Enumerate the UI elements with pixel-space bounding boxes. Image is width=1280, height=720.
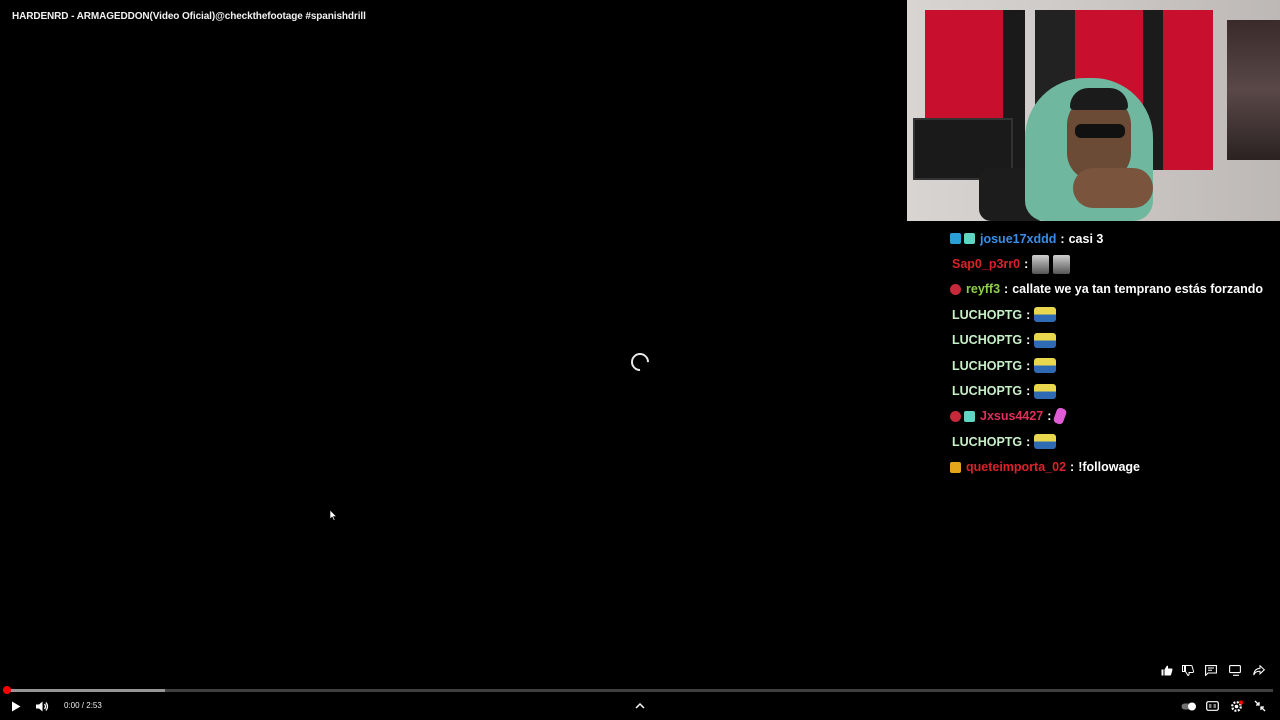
expand-button[interactable]: [633, 699, 647, 711]
chat-separator: :: [1026, 307, 1031, 322]
chat-username[interactable]: Jxsus4427: [980, 409, 1043, 423]
chat-username[interactable]: LUCHOPTG: [952, 333, 1022, 347]
chat-username[interactable]: LUCHOPTG: [952, 435, 1022, 449]
captions-icon: [1205, 701, 1219, 711]
chat-emote-icon: [1034, 332, 1057, 348]
chat-emote-icon: [1053, 407, 1068, 426]
chat-message-text: callate we ya tan temprano estás forzand…: [1012, 282, 1263, 297]
comment-icon: [1205, 664, 1217, 676]
chat-separator: :: [1026, 358, 1031, 373]
autoplay-toggle[interactable]: [1180, 700, 1198, 712]
loading-spinner: [627, 349, 653, 375]
chat-separator: :: [1004, 282, 1009, 297]
chat-message: LUCHOPTG:: [950, 302, 1280, 327]
exit-fullscreen-button[interactable]: [1252, 699, 1268, 713]
chat-emote-icon: [1053, 254, 1071, 274]
chat-username[interactable]: josue17xddd: [980, 232, 1056, 246]
chat-separator: :: [1026, 333, 1031, 348]
time-display: 0:00 / 2:53: [64, 701, 102, 710]
chat-badge-icon: [950, 233, 961, 245]
video-title: HARDENRD - ARMAGEDDON(Video Oficial)@che…: [12, 11, 366, 22]
chat-badge-icon: [950, 410, 961, 422]
captions-button[interactable]: [1204, 699, 1220, 713]
chat-badge-icon: [950, 461, 961, 473]
chat-message: Jxsus4427:: [950, 404, 1280, 429]
chat-badge-icon: [964, 233, 975, 245]
chat-message: LUCHOPTG:: [950, 328, 1280, 353]
chat-username[interactable]: queteimporta_02: [966, 460, 1066, 474]
chat-message: Sap0_p3rr0:: [950, 251, 1280, 276]
chat-username[interactable]: reyff3: [966, 282, 1000, 296]
chat-emote-icon: [1032, 254, 1050, 274]
like-button[interactable]: [1160, 663, 1174, 677]
progress-scrubber[interactable]: [3, 686, 11, 694]
autoplay-toggle-icon: [1181, 702, 1196, 710]
play-icon: [12, 701, 21, 711]
chat-overlay: josue17xddd: casi 3 Sap0_p3rr0: reyff3: call…: [950, 226, 1280, 480]
chat-separator: :: [1026, 434, 1031, 449]
chat-message: reyff3: callate we ya tan temprano estás …: [950, 277, 1280, 302]
chat-emote-icon: [1034, 358, 1057, 374]
chat-message: LUCHOPTG:: [950, 378, 1280, 403]
chat-message: queteimporta_02: !followage: [950, 455, 1280, 480]
chat-message: LUCHOPTG:: [950, 429, 1280, 454]
thumbs-down-icon: [1182, 664, 1194, 676]
chevron-up-icon: [635, 702, 645, 709]
progress-loaded: [7, 689, 166, 692]
progress-bar[interactable]: [7, 689, 1273, 692]
thumbs-up-icon: [1161, 665, 1173, 675]
chat-badge-icon: [950, 283, 961, 295]
mouse-cursor: [329, 508, 338, 526]
chat-separator: :: [1070, 460, 1075, 475]
chat-badge-icon: [964, 410, 975, 422]
chat-emote-icon: [1034, 307, 1057, 323]
chat-username[interactable]: LUCHOPTG: [952, 359, 1022, 373]
chat-emote-icon: [1034, 383, 1057, 399]
dislike-button[interactable]: [1181, 663, 1195, 677]
more-videos-button[interactable]: [1228, 663, 1242, 677]
gear-icon: [1230, 700, 1243, 712]
chat-emote-icon: [1034, 434, 1057, 450]
webcam-overlay: [907, 0, 1280, 221]
chat-message: LUCHOPTG:: [950, 353, 1280, 378]
chat-separator: :: [1060, 231, 1065, 246]
chat-message: josue17xddd: casi 3: [950, 226, 1280, 251]
exit-fullscreen-icon: [1254, 700, 1266, 712]
comments-button[interactable]: [1204, 663, 1218, 677]
chat-separator: :: [1024, 257, 1029, 272]
volume-button[interactable]: [34, 699, 50, 713]
chat-separator: :: [1026, 384, 1031, 399]
play-button[interactable]: [9, 699, 23, 713]
chat-username[interactable]: LUCHOPTG: [952, 308, 1022, 322]
share-button[interactable]: [1252, 663, 1266, 677]
chat-message-text: !followage: [1078, 460, 1141, 475]
chat-username[interactable]: Sap0_p3rr0: [952, 257, 1020, 271]
volume-icon: [35, 701, 48, 711]
share-icon: [1253, 664, 1265, 675]
more-videos-icon: [1229, 664, 1241, 676]
settings-button[interactable]: [1228, 698, 1244, 714]
chat-separator: :: [1047, 409, 1052, 424]
chat-message-text: casi 3: [1068, 231, 1104, 246]
chat-username[interactable]: LUCHOPTG: [952, 384, 1022, 398]
